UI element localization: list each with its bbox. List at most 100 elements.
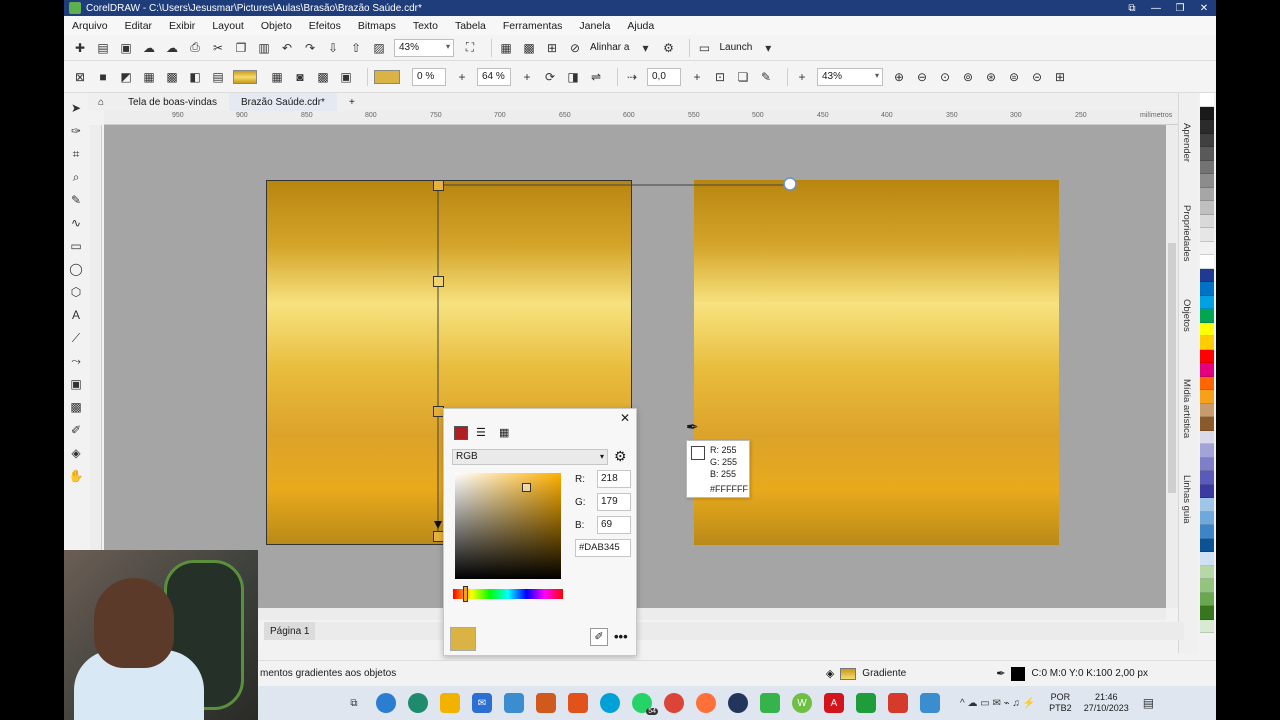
gradient-node-start[interactable] — [433, 180, 444, 191]
clock[interactable]: 21:46 27/10/2023 — [1084, 692, 1129, 714]
color-field[interactable] — [455, 473, 561, 579]
page-tab-1[interactable]: Página 1 — [264, 622, 316, 640]
palette-swatch[interactable] — [1200, 214, 1214, 228]
menu-objeto[interactable]: Objeto — [261, 20, 292, 32]
hue-slider[interactable] — [453, 586, 563, 602]
node-position-field[interactable]: 64 % — [477, 67, 511, 86]
app-icon-i[interactable] — [920, 693, 940, 713]
restore-small-icon[interactable]: ⧉ — [1120, 3, 1144, 14]
open-folder-icon[interactable]: ▤ — [95, 40, 111, 56]
acceleration-icon[interactable]: ⇢ — [624, 69, 640, 85]
menu-ajuda[interactable]: Ajuda — [627, 20, 654, 32]
reverse-fill-icon[interactable]: ⟳ — [542, 69, 558, 85]
color-viewer-icon[interactable] — [454, 426, 468, 440]
gradient-node-mid[interactable] — [433, 276, 444, 287]
palette-swatch[interactable] — [1200, 579, 1214, 593]
fountain-fill-icon[interactable]: ◩ — [118, 69, 134, 85]
crop-tool-icon[interactable]: ⌗ — [67, 145, 85, 163]
cloud-upload-icon[interactable]: ☁ — [141, 40, 157, 56]
blend-icon[interactable]: ◨ — [565, 69, 581, 85]
bitmap-pattern-icon[interactable]: ▩ — [164, 69, 180, 85]
coreldraw-icon[interactable] — [856, 693, 876, 713]
launch-dropdown-icon[interactable]: ▾ — [760, 40, 776, 56]
print-icon[interactable]: ⎙ — [187, 40, 203, 56]
home-icon[interactable]: ⌂ — [86, 93, 116, 111]
color-palettes-icon[interactable]: ▦ — [499, 426, 513, 440]
r-field[interactable]: 218 — [597, 470, 631, 488]
elliptical-fountain-icon[interactable]: ◙ — [292, 69, 308, 85]
palette-swatch[interactable] — [1200, 417, 1214, 431]
file-explorer-icon[interactable] — [440, 693, 460, 713]
two-color-pattern-icon[interactable]: ◧ — [187, 69, 203, 85]
mail-icon[interactable]: ✉ — [472, 693, 492, 713]
show-grid-icon[interactable]: ▩ — [521, 40, 537, 56]
acceleration-field[interactable]: 0,0 — [647, 67, 681, 86]
vector-pattern-icon[interactable]: ▦ — [141, 69, 157, 85]
palette-swatch[interactable] — [1200, 241, 1214, 255]
cloud-download-icon[interactable]: ☁ — [164, 40, 180, 56]
launch-icon[interactable]: ▭ — [696, 40, 712, 56]
fill-indicator-swatch[interactable] — [840, 667, 857, 680]
polygon-tool-icon[interactable]: ⬡ — [67, 283, 85, 301]
palette-swatch[interactable] — [1200, 174, 1214, 188]
app-icon-b[interactable] — [536, 693, 556, 713]
eyedropper-icon[interactable]: ✐ — [590, 628, 608, 646]
drop-shadow-tool-icon[interactable]: ▣ — [67, 375, 85, 393]
palette-swatch[interactable] — [1200, 606, 1214, 620]
zoom-page-icon[interactable]: ⊛ — [983, 69, 999, 85]
snap-off-icon[interactable]: ⊘ — [567, 40, 583, 56]
transparency-tool-icon[interactable]: ▩ — [67, 398, 85, 416]
smooth-icon[interactable]: ⇌ — [588, 69, 604, 85]
palette-swatch[interactable] — [1200, 309, 1214, 323]
app-icon-f[interactable] — [760, 693, 780, 713]
new-document-icon[interactable]: ✚ — [72, 40, 88, 56]
maximize-button[interactable]: ❐ — [1168, 3, 1192, 14]
export-icon[interactable]: ⇧ — [348, 40, 364, 56]
zoom-selected-icon[interactable]: ⊙ — [937, 69, 953, 85]
docker-tab-artistic-media[interactable]: Mídia artística — [1181, 379, 1192, 438]
task-view-icon[interactable]: ⧉ — [344, 693, 364, 713]
tab-welcome-screen[interactable]: Tela de boas-vindas — [116, 93, 229, 111]
linear-fountain-icon[interactable]: ▦ — [269, 69, 285, 85]
docker-tab-guidelines[interactable]: Linhas guia — [1181, 475, 1192, 524]
export-pdf-icon[interactable]: ▨ — [371, 40, 387, 56]
copy-fill-icon[interactable]: ❏ — [735, 69, 751, 85]
palette-swatch[interactable] — [1200, 282, 1214, 296]
node-color-swatch[interactable] — [374, 69, 400, 84]
launch-label[interactable]: Launch — [719, 42, 752, 53]
app-icon-e[interactable] — [728, 693, 748, 713]
zoom-combo-2[interactable]: 43% ▾ — [817, 67, 883, 86]
zoom-tool-icon[interactable]: ⌕ — [67, 168, 85, 186]
pick-tool-icon[interactable]: ➤ — [67, 99, 85, 117]
palette-swatch[interactable] — [1200, 268, 1214, 282]
menu-exibir[interactable]: Exibir — [169, 20, 195, 32]
zoom-out-icon[interactable]: ⊖ — [914, 69, 930, 85]
chrome-icon[interactable] — [664, 693, 684, 713]
new-tab-icon[interactable]: + — [337, 93, 367, 111]
palette-swatch[interactable] — [1200, 336, 1214, 350]
palette-swatch[interactable] — [1200, 484, 1214, 498]
plus-icon-2[interactable]: + — [519, 69, 535, 85]
options-gear-icon[interactable]: ⚙ — [660, 40, 676, 56]
free-scale-icon[interactable]: ⊡ — [712, 69, 728, 85]
menu-efeitos[interactable]: Efeitos — [309, 20, 341, 32]
tab-document[interactable]: Brazão Saúde.cdr* — [229, 93, 337, 111]
palette-swatch[interactable] — [1200, 471, 1214, 485]
plus-icon[interactable]: + — [454, 69, 470, 85]
palette-swatch[interactable] — [1200, 93, 1214, 107]
color-palette[interactable] — [1200, 93, 1214, 633]
smart-fill-tool-icon[interactable]: ✋ — [67, 467, 85, 485]
texture-fill-icon[interactable]: ▤ — [210, 69, 226, 85]
palette-swatch[interactable] — [1200, 322, 1214, 336]
menu-layout[interactable]: Layout — [212, 20, 244, 32]
import-icon[interactable]: ⇩ — [325, 40, 341, 56]
docker-tab-learn[interactable]: Aprender — [1181, 123, 1192, 162]
color-model-select[interactable]: RGB ▾ — [452, 449, 608, 465]
b-field[interactable]: 69 — [597, 516, 631, 534]
menu-texto[interactable]: Texto — [413, 20, 438, 32]
palette-swatch[interactable] — [1200, 430, 1214, 444]
palette-swatch[interactable] — [1200, 619, 1214, 633]
app-icon-a[interactable] — [504, 693, 524, 713]
artistic-media-tool-icon[interactable]: ∿ — [67, 214, 85, 232]
palette-swatch[interactable] — [1200, 592, 1214, 606]
